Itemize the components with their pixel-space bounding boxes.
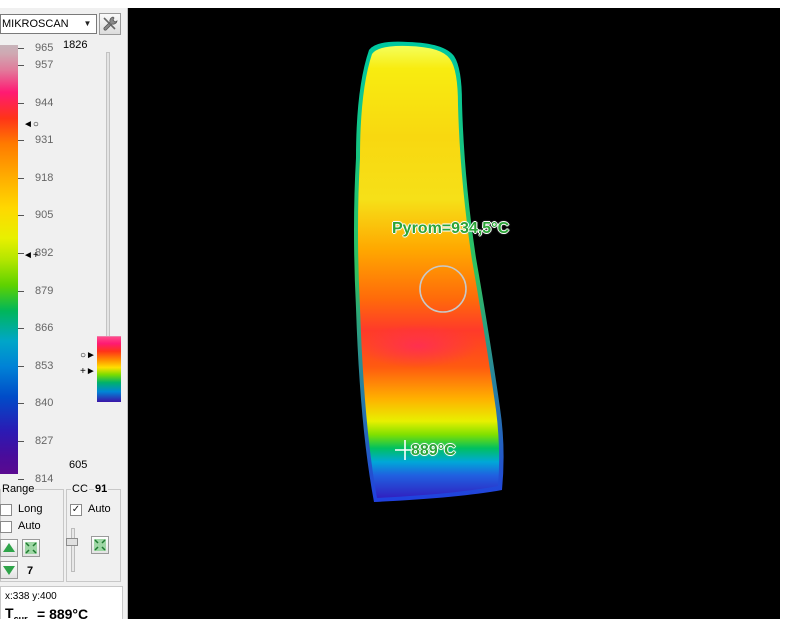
temperature-color-scale[interactable]: [0, 45, 18, 474]
fit-range-icon: [25, 542, 37, 554]
arrow-up-icon: [3, 543, 15, 552]
thermal-image: [354, 41, 504, 503]
scale-min-value: 605: [69, 459, 88, 471]
menu-bar: [0, 0, 793, 8]
scale-tick-label: 905: [35, 209, 54, 222]
scale-max-value: 1826: [63, 39, 88, 51]
range-auto-checkbox[interactable]: [0, 521, 12, 533]
scale-tick-label: 866: [35, 322, 54, 335]
upper-palette-marker-icon[interactable]: ○►: [80, 351, 96, 361]
status-box: x:338 y:400 Tcur = 889°C: [0, 586, 123, 619]
range-down-button[interactable]: [0, 561, 18, 579]
tcur-label-main: T: [5, 605, 14, 619]
scale-tick-label: 965: [35, 42, 54, 54]
range-step-value: 7: [27, 565, 34, 577]
scale-tick-mark: [18, 48, 24, 49]
cc-value: 91: [94, 483, 109, 495]
range-slider-track[interactable]: [106, 52, 110, 344]
scale-tick-label: 931: [35, 134, 54, 147]
scale-tick-label: 918: [35, 171, 54, 184]
cc-group-title: CC: [71, 483, 89, 495]
scale-tick-mark: [18, 478, 24, 480]
settings-button[interactable]: [99, 13, 121, 35]
lower-palette-marker-icon[interactable]: +►: [80, 367, 96, 377]
upper-limit-marker-icon[interactable]: ◄○: [23, 120, 39, 130]
wrench-icon: [103, 16, 118, 31]
tcur-label: Tcur: [5, 605, 28, 619]
scale-tick-label: 879: [35, 284, 54, 297]
scale-tick-mark: [18, 365, 24, 367]
cc-auto-label: Auto: [88, 503, 111, 515]
scale-tick-mark: [18, 290, 24, 292]
scale-tick-mark: [18, 328, 24, 330]
mini-palette[interactable]: [97, 337, 121, 402]
range-auto-label: Auto: [18, 520, 41, 532]
range-group: Range Long Auto 7: [0, 483, 64, 582]
scale-tick-mark: [18, 403, 24, 405]
cc-slider-track[interactable]: [71, 528, 75, 572]
scale-tick-label: 853: [35, 359, 54, 372]
apply-icon: [94, 539, 106, 551]
camera-select[interactable]: MIKROSCAN ▼: [0, 14, 97, 34]
tcur-label-sub: cur: [13, 613, 28, 619]
scale-tick-label: 814: [35, 472, 54, 485]
right-edge-panel: [780, 8, 793, 619]
range-long-checkbox[interactable]: [0, 504, 12, 516]
scale-tick-label: 840: [35, 397, 54, 410]
tcur-value: = 889°C: [37, 606, 89, 619]
camera-select-value: MIKROSCAN: [2, 18, 69, 30]
left-control-panel: MIKROSCAN ▼ 1826 605 965 957 944 931 918 905 8…: [0, 8, 128, 619]
cc-slider-thumb[interactable]: [66, 538, 78, 546]
scale-tick-mark: [18, 140, 24, 142]
pyrometer-reading-label: Pyrom=934,5°C: [392, 220, 510, 237]
scale-tick-mark: [18, 102, 24, 104]
range-group-title: Range: [1, 483, 36, 495]
scale-tick-label: 944: [35, 96, 54, 109]
scale-tick-mark: [18, 441, 24, 442]
scale-tick-label: 957: [35, 59, 54, 71]
scale-tick-mark: [18, 65, 24, 66]
scale-tick-mark: [18, 215, 24, 217]
scale-tick-mark: [18, 177, 24, 179]
chevron-down-icon[interactable]: ▼: [81, 17, 94, 31]
scale-tick-label: 827: [35, 435, 54, 447]
range-long-label: Long: [18, 503, 43, 515]
cc-apply-button[interactable]: [91, 536, 109, 554]
thermal-image-viewer[interactable]: Pyrom=934,5°C 889°C: [128, 8, 780, 619]
lower-limit-marker-icon[interactable]: ◄+: [23, 251, 39, 261]
autorange-button[interactable]: [22, 539, 40, 557]
arrow-down-icon: [3, 566, 15, 575]
cc-auto-checkbox[interactable]: ✓: [70, 504, 82, 516]
spot-temperature-label: 889°C: [411, 442, 456, 459]
cursor-coordinates: x:338 y:400: [5, 591, 57, 602]
range-up-button[interactable]: [0, 539, 18, 557]
hot-region: [358, 324, 478, 368]
